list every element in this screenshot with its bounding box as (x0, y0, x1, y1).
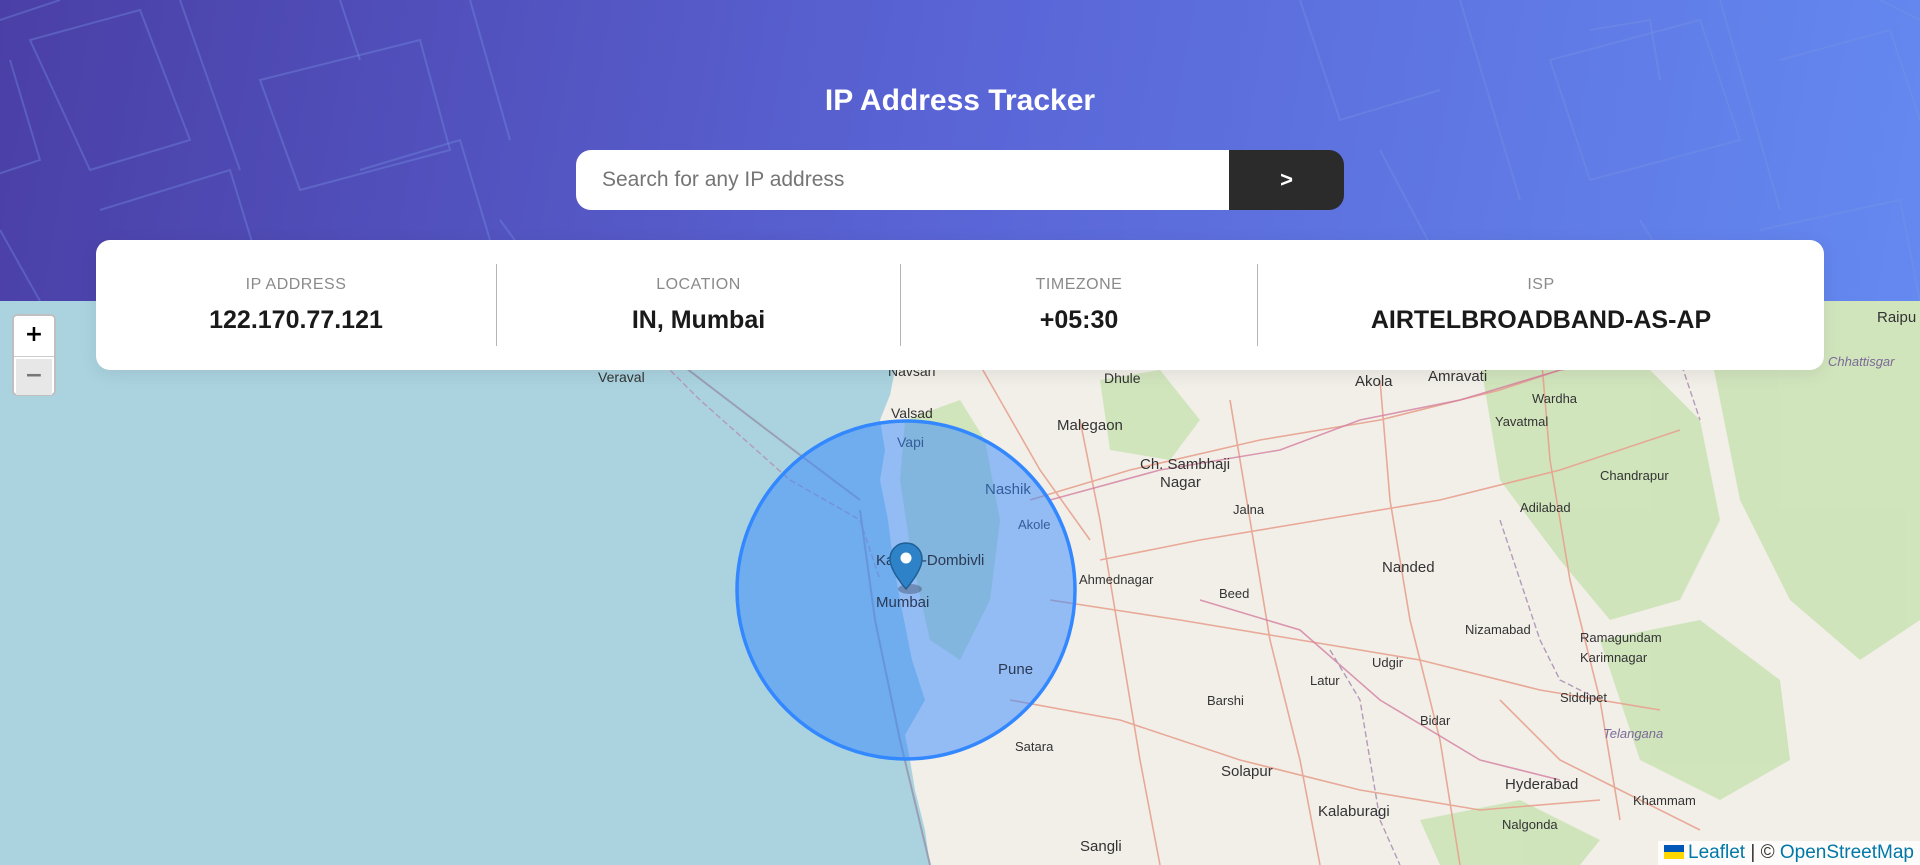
location-section: LOCATION IN, Mumbai (497, 240, 900, 370)
map-label-malegaon: Malegaon (1057, 417, 1123, 434)
map-label-bidar: Bidar (1420, 713, 1451, 728)
search-submit-button[interactable]: > (1229, 150, 1344, 210)
ip-address-value: 122.170.77.121 (209, 306, 383, 334)
map-label-valsad: Valsad (891, 405, 933, 421)
leaflet-link[interactable]: Leaflet (1688, 842, 1745, 863)
ip-address-section: IP ADDRESS 122.170.77.121 (96, 240, 496, 370)
map-label-chandrapur: Chandrapur (1600, 468, 1669, 483)
map-label-jalna: Jalna (1233, 502, 1265, 517)
map-label-telangana: Telangana (1603, 726, 1663, 741)
ip-search-form: > (576, 150, 1344, 210)
location-value: IN, Mumbai (631, 306, 766, 334)
map-label-dhule: Dhule (1104, 370, 1141, 386)
map-label-udgir: Udgir (1372, 655, 1404, 670)
map-label-adilabad: Adilabad (1520, 500, 1571, 515)
map-label-khammam: Khammam (1633, 793, 1696, 808)
timezone-label: TIMEZONE (1035, 276, 1123, 293)
openstreetmap-link[interactable]: OpenStreetMap (1780, 842, 1914, 863)
zoom-divider (14, 356, 54, 357)
zoom-in-button[interactable]: + (16, 318, 52, 354)
map-label-veraval: Veraval (598, 369, 645, 385)
map-label-sambhaji: Ch. Sambhaji (1140, 456, 1230, 473)
map-tiles: Veraval Navsari Valsad Vapi Dhule Malega… (0, 301, 1920, 865)
ip-info-card: IP ADDRESS 122.170.77.121 LOCATION IN, M… (96, 240, 1824, 370)
map-attribution: Leaflet | © OpenStreetMap (1658, 841, 1920, 865)
map-label-satara: Satara (1015, 739, 1054, 754)
map-label-ahmednagar: Ahmednagar (1079, 572, 1154, 587)
map-label-wardha: Wardha (1532, 391, 1578, 406)
copyright-symbol: © (1760, 842, 1775, 863)
isp-section: ISP AIRTELBROADBAND-AS-AP (1258, 240, 1824, 370)
map-label-raipur: Raipu (1877, 309, 1916, 326)
location-label: LOCATION (656, 276, 741, 293)
map-label-sangli: Sangli (1080, 838, 1122, 855)
map-label-pune: Pune (998, 661, 1033, 678)
map-view[interactable]: Veraval Navsari Valsad Vapi Dhule Malega… (0, 301, 1920, 865)
map-label-hyderabad: Hyderabad (1505, 776, 1578, 793)
attribution-separator: | (1750, 842, 1756, 863)
map-label-karimnagar: Karimnagar (1580, 650, 1648, 665)
zoom-out-button[interactable]: − (16, 359, 52, 395)
isp-value: AIRTELBROADBAND-AS-AP (1370, 306, 1712, 334)
map-label-nagar: Nagar (1160, 474, 1201, 491)
page-title: IP Address Tracker (824, 84, 1096, 117)
location-marker-icon[interactable] (888, 541, 924, 597)
map-label-latur: Latur (1310, 673, 1340, 688)
isp-label: ISP (1527, 276, 1555, 293)
map-label-beed: Beed (1219, 586, 1249, 601)
map-label-solapur: Solapur (1221, 763, 1273, 780)
timezone-value: +05:30 (1039, 306, 1119, 334)
map-label-amravati: Amravati (1428, 368, 1487, 385)
timezone-section: TIMEZONE +05:30 (901, 240, 1257, 370)
map-label-chhattisgarh: Chhattisgar (1828, 354, 1895, 369)
ip-search-input[interactable] (576, 150, 1229, 210)
map-label-yavatmal: Yavatmal (1495, 414, 1548, 429)
map-label-kalaburagi: Kalaburagi (1318, 803, 1390, 820)
map-label-nalgonda: Nalgonda (1502, 817, 1558, 832)
map-label-ramagundam: Ramagundam (1580, 630, 1662, 645)
map-label-nanded: Nanded (1382, 559, 1435, 576)
map-label-nizamabad: Nizamabad (1465, 622, 1531, 637)
map-label-akola: Akola (1355, 373, 1393, 390)
ip-address-label: IP ADDRESS (245, 276, 347, 293)
zoom-control: + − (12, 314, 56, 396)
map-label-barshi: Barshi (1207, 693, 1244, 708)
map-label-siddipet: Siddipet (1560, 690, 1607, 705)
ukraine-flag-icon (1664, 845, 1685, 859)
